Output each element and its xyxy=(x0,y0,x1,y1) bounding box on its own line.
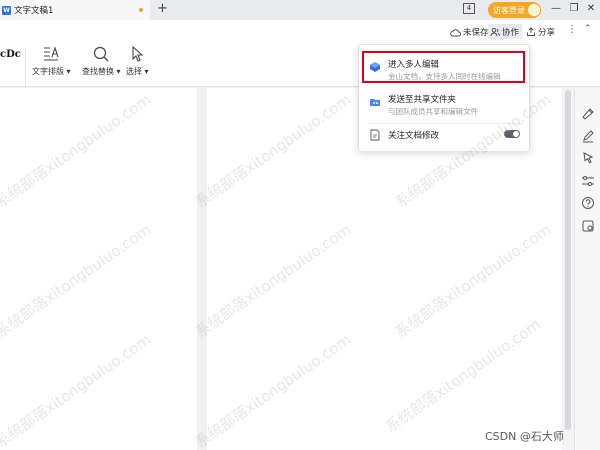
shared-folder-icon xyxy=(370,99,380,106)
menu-item-title: 发送至共享文件夹 xyxy=(388,95,457,105)
menu-item-title: 进入多人编辑 xyxy=(388,60,440,70)
search-icon xyxy=(94,46,109,62)
visitor-login-label: 访客登录 xyxy=(493,5,525,15)
window-count-badge[interactable]: 4 xyxy=(463,3,475,14)
select-label: 选择 ▾ xyxy=(126,67,149,76)
pointer-icon[interactable] xyxy=(581,151,595,165)
avatar xyxy=(528,4,540,16)
tab-title: 文字文稿1 xyxy=(14,6,54,16)
minimize-button[interactable]: — xyxy=(549,2,563,16)
toolbar-divider xyxy=(25,48,26,88)
select-button[interactable]: 选择 ▾ xyxy=(126,45,149,77)
follow-changes-toggle[interactable] xyxy=(504,130,520,138)
toggle-knob xyxy=(513,131,519,137)
share-icon xyxy=(527,27,535,36)
document-tab[interactable]: W 文字文稿1 xyxy=(0,0,150,20)
text-layout-icon xyxy=(44,46,59,61)
menu-item-title: 关注文档修改 xyxy=(388,131,440,141)
more-options-button[interactable]: ⋮ xyxy=(567,24,577,35)
title-bar: W 文字文稿1 + 4 访客登录 — ❐ ✕ xyxy=(0,0,600,20)
cursor-arrow-icon xyxy=(132,45,144,62)
unsaved-dot-icon xyxy=(139,8,143,12)
vertical-scrollbar[interactable] xyxy=(562,88,574,450)
text-layout-button[interactable]: 文字排版 ▾ xyxy=(32,45,71,77)
unsaved-status[interactable]: 未保存 xyxy=(450,26,489,38)
writer-doc-icon: W xyxy=(2,5,11,15)
collaborate-button[interactable]: 协作 xyxy=(488,24,522,39)
menu-item-multi-edit[interactable]: 进入多人编辑 金山文档，支持多人同时在线编辑 xyxy=(359,53,531,83)
scrollbar-thumb[interactable] xyxy=(565,90,571,430)
collaborate-label: 协作 xyxy=(502,27,520,38)
users-icon xyxy=(490,27,500,36)
right-side-rail xyxy=(574,88,600,450)
page-gap xyxy=(197,88,207,450)
restore-button[interactable]: ❐ xyxy=(567,2,581,16)
find-replace-label: 查找替换 ▾ xyxy=(82,67,121,76)
help-icon[interactable] xyxy=(581,196,595,210)
font-style-preview[interactable]: cDc xyxy=(0,49,21,60)
close-button[interactable]: ✕ xyxy=(584,2,598,16)
style-palette-icon[interactable] xyxy=(581,106,595,120)
text-layout-label: 文字排版 ▾ xyxy=(32,67,71,76)
cloud-icon xyxy=(450,28,461,36)
visitor-login-button[interactable]: 访客登录 xyxy=(488,2,541,18)
find-replace-button[interactable]: 查找替换 ▾ xyxy=(82,45,121,77)
pen-icon[interactable] xyxy=(581,129,595,143)
document-settings-icon[interactable] xyxy=(581,219,595,233)
cloud-doc-icon xyxy=(370,62,380,72)
menu-item-desc: 金山文档，支持多人同时在线编辑 xyxy=(388,72,501,81)
collapse-ribbon-button[interactable]: ⌃ xyxy=(584,24,592,34)
menu-item-desc: 与团队成员共享和编辑文件 xyxy=(388,107,478,116)
doc-watch-icon xyxy=(370,129,380,141)
menu-item-share-folder[interactable]: 发送至共享文件夹 与团队成员共享和编辑文件 xyxy=(359,89,531,119)
adjust-sliders-icon[interactable] xyxy=(581,174,595,188)
document-left-pane[interactable] xyxy=(0,88,197,450)
collaborate-dropdown: 进入多人编辑 金山文档，支持多人同时在线编辑 发送至共享文件夹 与团队成员共享和… xyxy=(358,44,530,152)
csdn-credit: CSDN @石大师 xyxy=(485,430,564,443)
new-tab-button[interactable]: + xyxy=(157,1,168,17)
unsaved-label: 未保存 xyxy=(463,28,489,38)
share-button[interactable]: 分享 xyxy=(526,26,555,38)
share-label: 分享 xyxy=(538,28,556,38)
menu-divider xyxy=(367,123,523,124)
